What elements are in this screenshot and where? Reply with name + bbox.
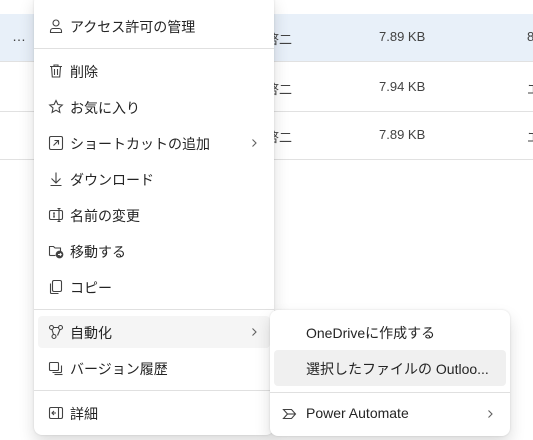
file-size: 7.89 KB [379,29,426,44]
menu-item-download[interactable]: ダウンロード [38,163,270,195]
submenu-item-power-automate[interactable]: Power Automate [274,396,506,432]
file-extra-column: エ [527,79,533,98]
submenu-item-label: 選択したファイルの Outloo... [306,361,489,377]
more-actions-button[interactable]: … [12,28,27,44]
menu-item-label: 自動化 [70,325,112,341]
person-icon [48,18,64,34]
rename-icon [48,207,64,223]
menu-divider [34,309,274,310]
submenu-item-outlook-flow[interactable]: 選択したファイルの Outloo... [274,350,506,386]
chevron-right-icon [248,326,260,338]
star-icon [48,99,64,115]
menu-item-version-history[interactable]: バージョン履歴 [38,352,270,384]
menu-item-copy[interactable]: コピー [38,271,270,303]
menu-item-label: お気に入り [70,100,140,116]
file-extra-column: 8 [527,29,533,44]
details-panel-icon [48,405,64,421]
download-icon [48,171,64,187]
version-history-icon [48,360,64,376]
menu-item-label: コピー [70,280,112,296]
menu-item-manage-access[interactable]: アクセス許可の管理 [38,10,270,42]
power-automate-icon [282,406,298,422]
menu-item-add-shortcut[interactable]: ショートカットの追加 [38,127,270,159]
menu-item-label: 詳細 [70,406,98,422]
trash-icon [48,63,64,79]
menu-item-label: アクセス許可の管理 [70,19,196,35]
menu-item-automate[interactable]: 自動化 [38,316,270,348]
chevron-right-icon [484,408,496,420]
menu-item-details[interactable]: 詳細 [38,397,270,429]
copy-icon [48,279,64,295]
menu-divider [34,48,274,49]
context-menu: アクセス許可の管理 削除 お気に入り ショートカットの追加 ダウンロード 名前の… [34,0,274,435]
folder-move-icon [48,243,64,259]
menu-item-label: 移動する [70,244,126,260]
submenu-item-label: Power Automate [306,405,409,421]
menu-item-label: 削除 [70,64,98,80]
menu-divider [34,390,274,391]
submenu-item-label: OneDriveに作成する [306,325,436,341]
menu-item-delete[interactable]: 削除 [38,55,270,87]
menu-item-rename[interactable]: 名前の変更 [38,199,270,231]
file-size: 7.94 KB [379,79,426,94]
submenu-divider [270,392,510,393]
menu-item-label: ダウンロード [70,172,154,188]
menu-item-move[interactable]: 移動する [38,235,270,267]
file-extra-column: エ [527,127,533,146]
menu-item-label: バージョン履歴 [70,361,168,377]
shortcut-arrow-icon [48,135,64,151]
chevron-right-icon [248,137,260,149]
menu-item-label: 名前の変更 [70,208,140,224]
automate-submenu: OneDriveに作成する 選択したファイルの Outloo... Power … [270,310,510,436]
automate-flow-icon [48,324,64,340]
menu-item-favorite[interactable]: お気に入り [38,91,270,123]
submenu-item-create-in-onedrive[interactable]: OneDriveに作成する [274,314,506,350]
menu-item-label: ショートカットの追加 [70,136,210,152]
file-size: 7.89 KB [379,127,426,142]
